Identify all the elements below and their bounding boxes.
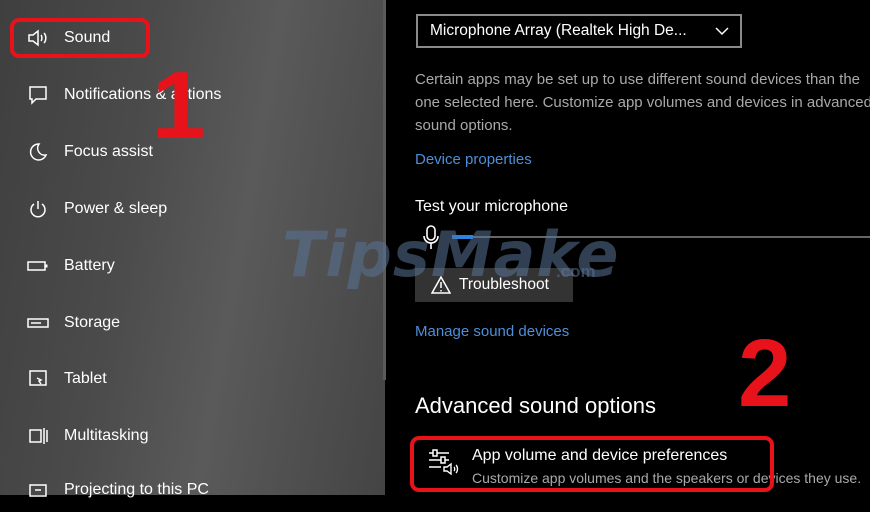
callout-box-sound <box>10 18 150 58</box>
test-microphone-heading: Test your microphone <box>415 198 568 215</box>
advanced-sound-heading: Advanced sound options <box>415 393 656 418</box>
moon-icon <box>26 140 50 164</box>
sidebar-item-label: Power & sleep <box>64 200 168 217</box>
sidebar-item-multitasking[interactable]: Multitasking <box>0 414 385 458</box>
multitasking-icon <box>26 424 50 448</box>
input-device-value: Microphone Array (Realtek High De... <box>430 22 687 39</box>
sidebar-item-label: Tablet <box>64 370 107 387</box>
sidebar-item-projecting[interactable]: Projecting to this PC <box>0 468 385 512</box>
manage-sound-devices-link[interactable]: Manage sound devices <box>415 323 569 340</box>
sidebar-item-label: Multitasking <box>64 427 149 444</box>
sidebar-item-tablet[interactable]: Tablet <box>0 357 385 401</box>
battery-icon <box>26 254 50 278</box>
device-properties-link[interactable]: Device properties <box>415 151 532 168</box>
storage-icon <box>26 311 50 335</box>
projecting-icon <box>26 478 50 502</box>
sidebar-item-label: Projecting to this PC <box>64 481 209 498</box>
sidebar-item-storage[interactable]: Storage <box>0 301 385 345</box>
sidebar-item-label: Battery <box>64 257 115 274</box>
callout-number-1: 1 <box>152 52 206 159</box>
power-icon <box>26 197 50 221</box>
notification-icon <box>26 83 50 107</box>
sidebar-item-label: Storage <box>64 314 121 331</box>
input-description: Certain apps may be set up to use differ… <box>415 71 870 134</box>
sidebar-item-label: Focus assist <box>64 143 153 160</box>
chevron-down-icon <box>714 23 730 44</box>
watermark-suffix: .com <box>556 262 596 281</box>
callout-box-app-volume <box>410 436 774 492</box>
input-device-dropdown[interactable]: Microphone Array (Realtek High De... <box>416 14 742 48</box>
tablet-icon <box>26 367 50 391</box>
callout-number-2: 2 <box>738 320 792 427</box>
